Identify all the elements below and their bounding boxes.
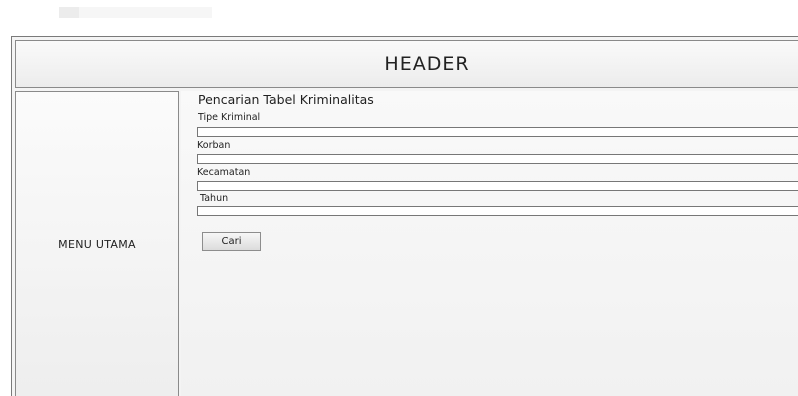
tipe-kriminal-input[interactable] (197, 127, 798, 137)
field-label-tahun: Tahun (200, 193, 229, 204)
top-placeholder-bar (59, 7, 212, 18)
sidebar-menu-label: MENU UTAMA (58, 237, 136, 251)
korban-input[interactable] (197, 154, 798, 164)
tahun-input[interactable] (197, 206, 798, 216)
kecamatan-input[interactable] (197, 181, 798, 191)
sidebar-menu[interactable]: MENU UTAMA (15, 91, 179, 396)
header: HEADER (15, 40, 798, 88)
field-label-kecamatan: Kecamatan (197, 167, 251, 178)
field-label-tipe-kriminal: Tipe Kriminal (198, 112, 261, 123)
cari-button[interactable]: Cari (202, 232, 261, 251)
header-title: HEADER (384, 53, 470, 75)
top-placeholder-square (59, 7, 79, 18)
form-title: Pencarian Tabel Kriminalitas (198, 92, 374, 107)
search-form-panel: Pencarian Tabel Kriminalitas Tipe Krimin… (181, 91, 798, 396)
field-label-korban: Korban (197, 140, 231, 151)
